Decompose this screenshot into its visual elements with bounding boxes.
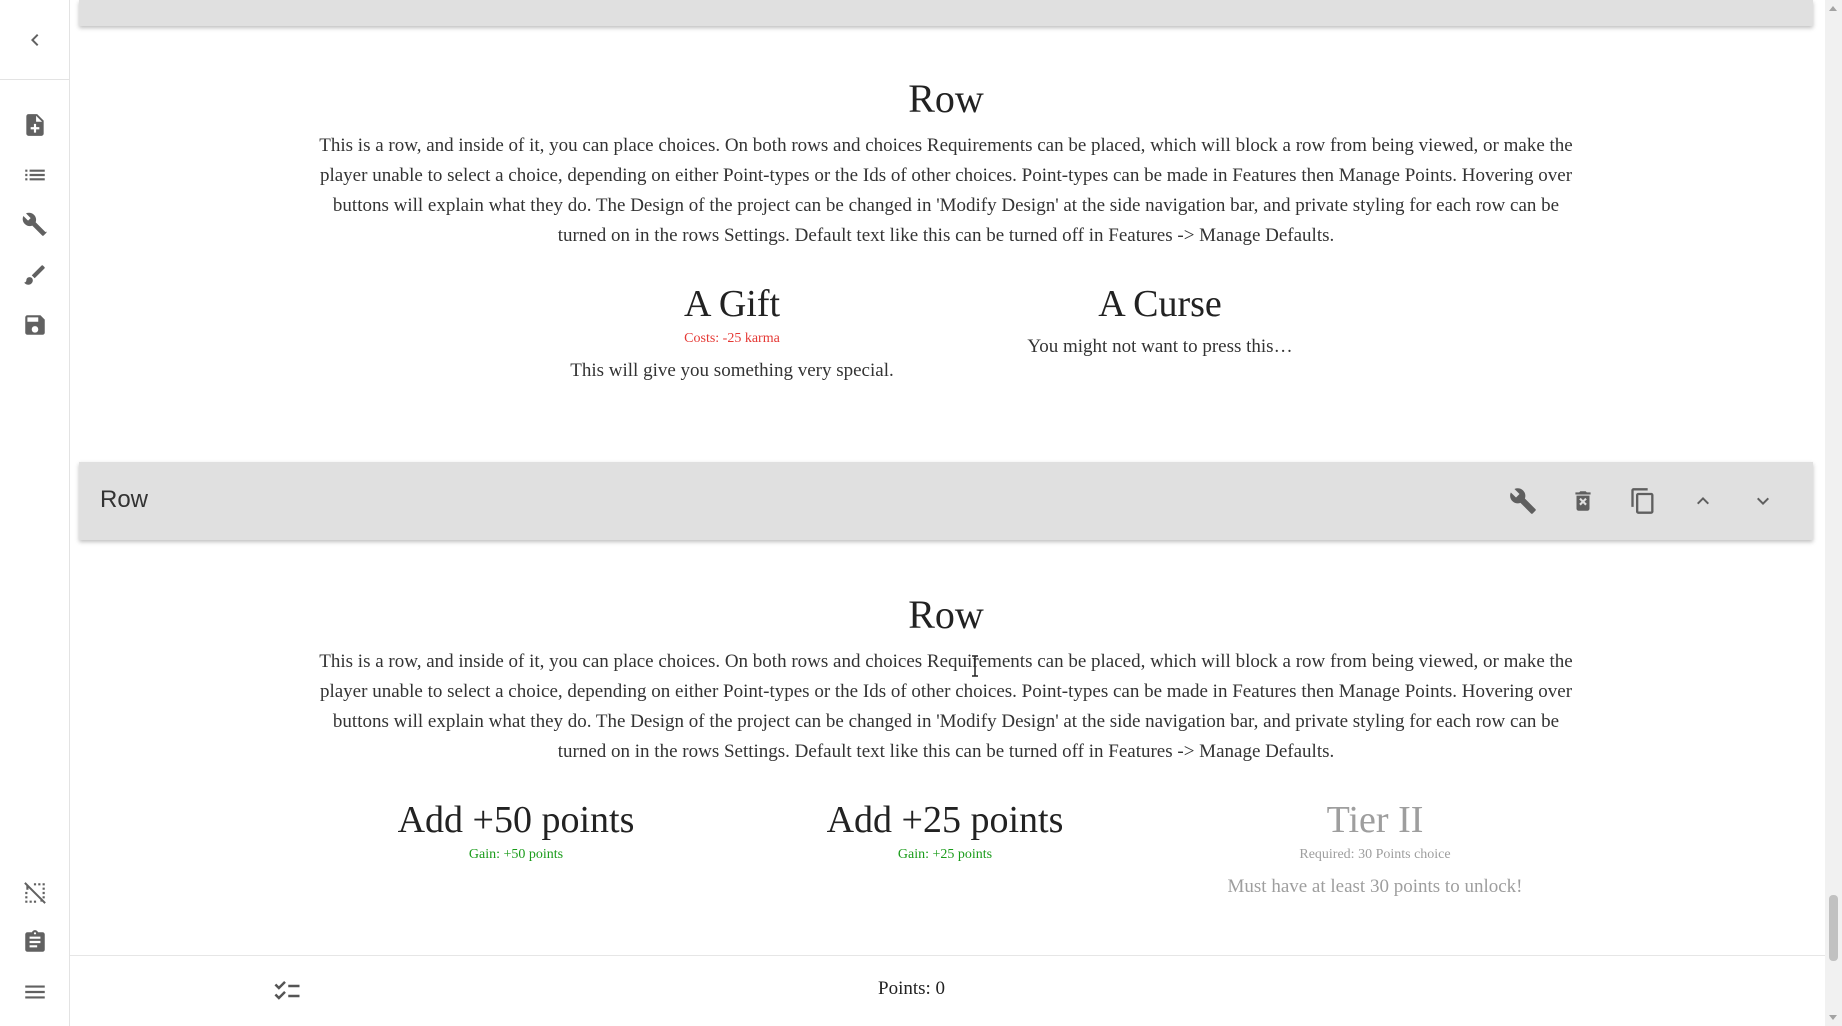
new-document-button[interactable] bbox=[0, 105, 70, 145]
scrollbar-thumb[interactable] bbox=[1829, 895, 1838, 961]
page-scrollbar[interactable] bbox=[1825, 0, 1842, 1026]
row-toolbar-top bbox=[79, 0, 1813, 26]
choice-title: Tier II bbox=[1326, 799, 1424, 841]
choice-cost: Costs: -25 karma bbox=[684, 331, 780, 346]
row-description: This is a row, and inside of it, you can… bbox=[319, 651, 1573, 762]
save-button[interactable] bbox=[0, 305, 70, 345]
list-icon bbox=[25, 169, 45, 181]
brush-icon bbox=[24, 265, 45, 285]
chevron-up-icon bbox=[1697, 497, 1709, 505]
text-cursor-icon bbox=[972, 655, 978, 677]
scroll-up-arrow[interactable] bbox=[1829, 6, 1837, 11]
clipboard-icon bbox=[25, 930, 45, 952]
features-button[interactable] bbox=[0, 205, 70, 245]
checklist-icon bbox=[274, 981, 300, 1000]
points-bar: Points: 0 bbox=[70, 955, 1825, 1026]
clipboard-button[interactable] bbox=[0, 922, 70, 962]
row-toolbar-label: Row bbox=[100, 486, 149, 513]
hide-selection-icon bbox=[24, 882, 46, 904]
row-settings-button[interactable] bbox=[1493, 479, 1553, 523]
move-row-down-button[interactable] bbox=[1733, 479, 1793, 523]
selected-choices-button[interactable] bbox=[270, 976, 304, 1011]
side-nav-rail bbox=[0, 0, 70, 1026]
choice-description: This will give you something very specia… bbox=[570, 360, 894, 381]
tools-icon bbox=[22, 212, 47, 236]
choice-a-gift[interactable]: A Gift Costs: -25 karma This will give y… bbox=[512, 282, 952, 384]
choice-gain: Gain: +25 points bbox=[897, 847, 993, 862]
toggle-hidden-button[interactable] bbox=[0, 873, 70, 913]
move-row-up-button[interactable] bbox=[1673, 479, 1733, 523]
choice-title: A Curse bbox=[1098, 283, 1222, 325]
row-description: This is a row, and inside of it, you can… bbox=[319, 135, 1573, 246]
choice-requirement: Required: 30 Points choice bbox=[1299, 847, 1451, 862]
copy-icon bbox=[1631, 488, 1654, 514]
main-menu-button[interactable] bbox=[0, 972, 70, 1012]
choice-title: Add +50 points bbox=[397, 799, 635, 841]
choice-tier-ii[interactable]: Tier II Required: 30 Points choice Must … bbox=[1175, 798, 1575, 900]
duplicate-row-button[interactable] bbox=[1613, 479, 1673, 523]
row-list-button[interactable] bbox=[0, 155, 70, 195]
choice-description: Must have at least 30 points to unlock! bbox=[1227, 876, 1523, 897]
choice-description: You might not want to press this… bbox=[1027, 336, 1293, 357]
choice-add-25-points[interactable]: Add +25 points Gain: +25 points bbox=[745, 798, 1145, 864]
choice-add-50-points[interactable]: Add +50 points Gain: +50 points bbox=[316, 798, 716, 864]
row-title: Row bbox=[908, 592, 984, 637]
chevron-left-icon bbox=[31, 33, 39, 46]
menu-icon bbox=[25, 985, 45, 999]
row-1: Row This is a row, and inside of it, you… bbox=[310, 75, 1582, 251]
choice-title: A Gift bbox=[683, 283, 781, 325]
modify-design-button[interactable] bbox=[0, 255, 70, 295]
collapse-nav-button[interactable] bbox=[0, 0, 70, 80]
chevron-down-icon bbox=[1757, 497, 1769, 505]
choice-gain: Gain: +50 points bbox=[468, 847, 564, 862]
save-icon bbox=[25, 315, 45, 335]
delete-icon bbox=[1575, 491, 1591, 511]
row-toolbar-actions bbox=[1493, 479, 1793, 523]
delete-row-button[interactable] bbox=[1553, 479, 1613, 523]
scroll-down-arrow[interactable] bbox=[1829, 1015, 1837, 1020]
row-title: Row bbox=[908, 76, 984, 121]
choice-title: Add +25 points bbox=[826, 799, 1064, 841]
choice-a-curse[interactable]: A Curse You might not want to press this… bbox=[940, 282, 1380, 360]
points-counter: Points: 0 bbox=[878, 978, 946, 999]
new-document-icon bbox=[26, 114, 44, 136]
wrench-icon bbox=[1510, 488, 1536, 514]
row-2: Row This is a row, and inside of it, you… bbox=[310, 591, 1582, 767]
row-toolbar: Row bbox=[79, 462, 1813, 540]
